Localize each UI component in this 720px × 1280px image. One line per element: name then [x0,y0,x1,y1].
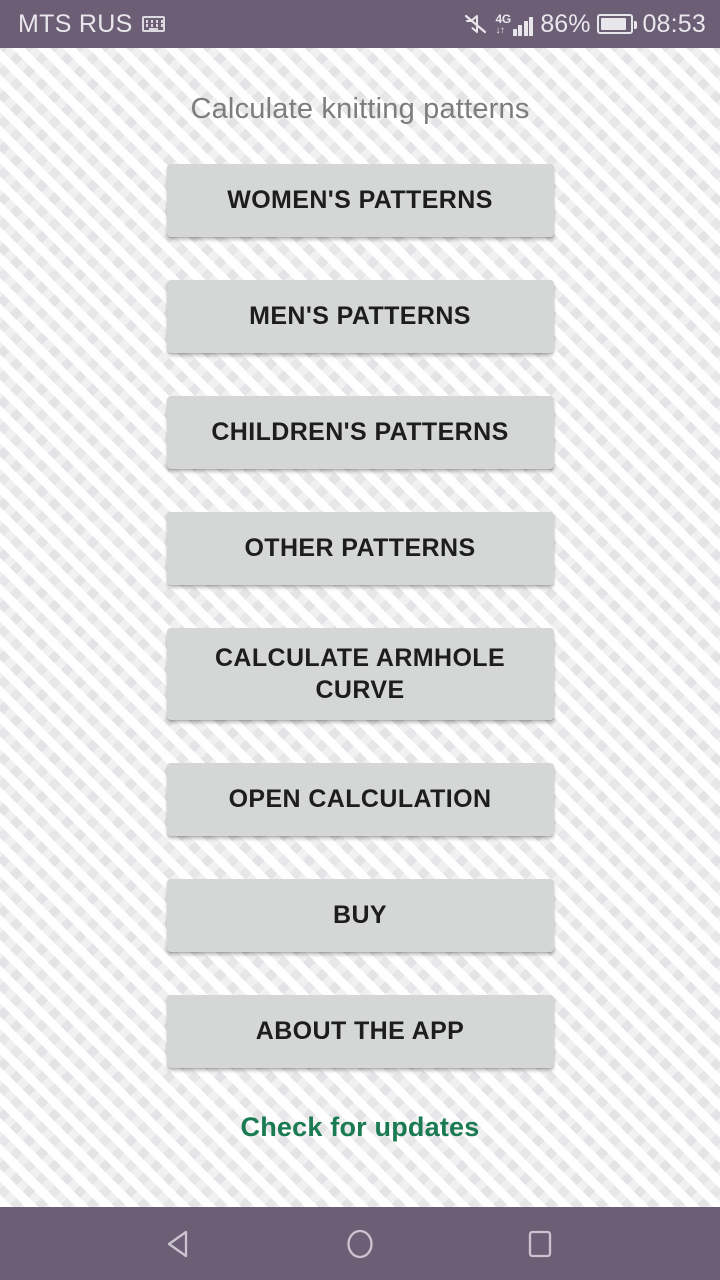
nav-recents-button[interactable] [508,1212,572,1276]
other-patterns-button[interactable]: OTHER PATTERNS [166,512,554,585]
carrier-label: MTS RUS [18,9,133,38]
back-triangle-icon [167,1230,188,1257]
network-type: 4G ↓↑ [495,12,511,36]
status-bar-right: 4G ↓↑ 86% 08:53 [464,10,706,39]
mute-icon [465,14,487,34]
phone-screen: MTS RUS 4G ↓↑ 86% 08:53 Calculate knitti… [0,0,720,1280]
status-bar: MTS RUS 4G ↓↑ 86% 08:53 [0,0,720,48]
nav-home-button[interactable] [328,1212,392,1276]
calculate-armhole-curve-button[interactable]: CALCULATE ARMHOLE CURVE [166,628,554,720]
childrens-patterns-button[interactable]: CHILDREN'S PATTERNS [166,396,554,469]
main-content: Calculate knitting patterns WOMEN'S PATT… [0,48,720,1207]
menu-button-list: WOMEN'S PATTERNS MEN'S PATTERNS CHILDREN… [166,164,554,1068]
network-indicator: 4G ↓↑ [495,12,534,36]
buy-button[interactable]: BUY [166,879,554,952]
nav-back-button[interactable] [148,1212,212,1276]
network-arrows-label: ↓↑ [495,24,505,36]
home-circle-icon [347,1229,373,1258]
battery-icon [597,14,638,34]
mens-patterns-button[interactable]: MEN'S PATTERNS [166,280,554,353]
keyboard-icon [141,16,165,32]
status-bar-left: MTS RUS [18,10,165,39]
recents-square-icon [528,1230,552,1257]
check-for-updates-link[interactable]: Check for updates [241,1112,480,1143]
signal-bars-icon [512,16,534,36]
android-nav-bar [0,1207,720,1280]
about-the-app-button[interactable]: ABOUT THE APP [166,995,554,1068]
page-title: Calculate knitting patterns [190,93,530,125]
battery-percent-label: 86% [540,9,591,38]
network-generation-label: 4G [495,12,511,27]
womens-patterns-button[interactable]: WOMEN'S PATTERNS [166,164,554,237]
open-calculation-button[interactable]: OPEN CALCULATION [166,763,554,836]
clock-label: 08:53 [642,9,706,38]
